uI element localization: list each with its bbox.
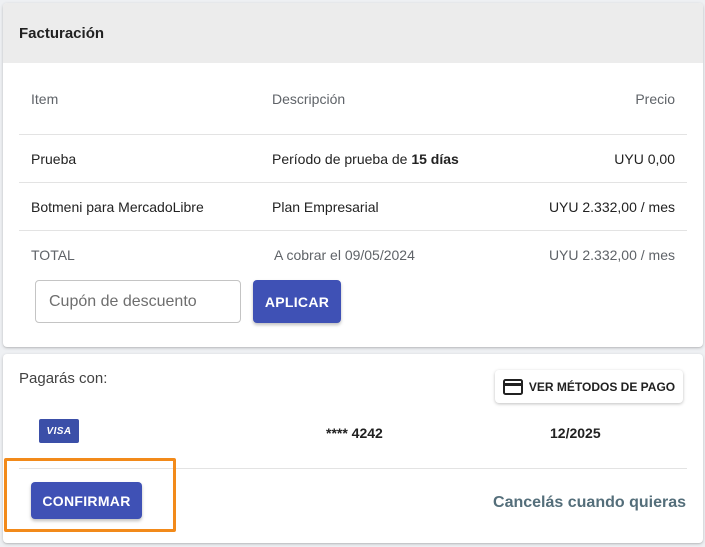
billing-table-header: Item Descripción Precio [19,63,687,135]
row-price: UYU 0,00 [614,150,675,167]
column-header-price: Precio [635,90,675,107]
row-item: Botmeni para MercadoLibre [31,198,204,215]
row-description: Plan Empresarial [272,198,379,215]
trial-duration: 15 días [411,150,459,167]
payment-title: Pagarás con: [19,370,108,387]
credit-card-icon [502,378,523,395]
row-item: Prueba [31,150,77,167]
card-expiry: 12/2025 [550,425,601,441]
total-label: TOTAL [31,247,75,263]
coupon-field[interactable] [35,280,241,323]
column-header-description: Descripción [272,90,346,107]
confirm-button[interactable]: CONFIRMAR [31,482,142,519]
row-description-text: Período de prueba de [272,150,412,167]
card-number: **** 4242 [326,425,383,441]
cancel-anytime-text: Cancelás cuando quieras [493,494,686,511]
total-price: UYU 2.332,00 / mes [548,247,675,263]
divider [19,468,687,469]
billing-title: Facturación [3,3,703,63]
table-row: Botmeni para MercadoLibre Plan Empresari… [19,183,687,231]
row-price: UYU 2.332,00 / mes [548,198,675,215]
view-payment-methods-button[interactable]: VER MÉTODOS DE PAGO [495,370,683,403]
table-row: Prueba Período de prueba de 15 días UYU … [19,135,687,183]
payment-card: Pagarás con: VER MÉTODOS DE PAGO VISA **… [3,354,703,543]
column-header-item: Item [31,90,59,107]
billing-table: Item Descripción Precio Prueba Período d… [19,63,687,279]
billing-card: Facturación Item Descripción Precio Prue… [3,3,703,347]
total-row: TOTAL A cobrar el 09/05/2024 UYU 2.332,0… [19,231,687,279]
apply-coupon-button[interactable]: APLICAR [253,280,341,323]
row-description: Período de prueba de 15 días [272,151,495,167]
visa-logo: VISA [39,419,79,443]
view-payment-methods-label: VER MÉTODOS DE PAGO [528,379,676,394]
coupon-input[interactable] [49,292,240,311]
total-description: A cobrar el 09/05/2024 [274,247,415,263]
